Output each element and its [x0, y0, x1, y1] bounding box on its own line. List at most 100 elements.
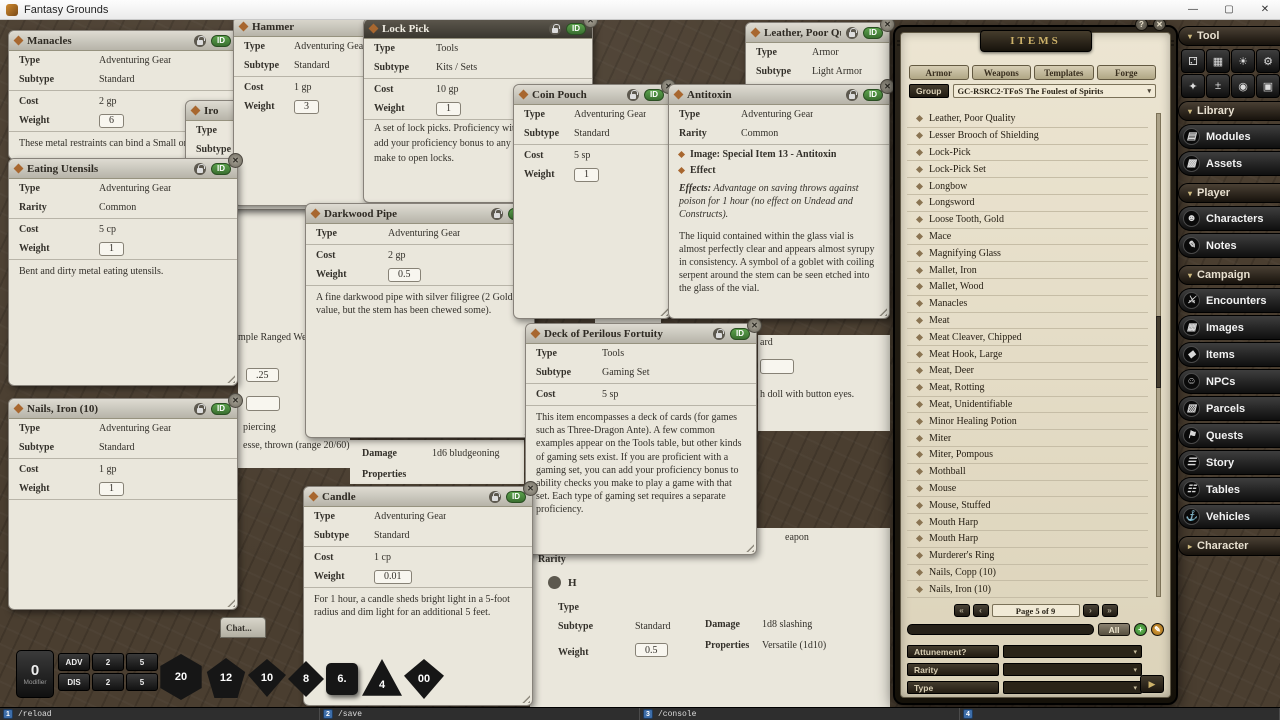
prev-page-button[interactable]: ‹: [973, 604, 989, 617]
resize-handle[interactable]: [224, 596, 235, 607]
sidebar-header-player[interactable]: ▾ Player: [1178, 183, 1280, 203]
resize-handle[interactable]: [876, 305, 887, 316]
d12-die[interactable]: 12: [206, 658, 246, 698]
window-header[interactable]: Nails, Iron (10) ID: [9, 399, 237, 419]
resize-handle[interactable]: [224, 372, 235, 383]
d20-die[interactable]: 20: [158, 654, 204, 700]
quick-mod-5-button[interactable]: 5: [126, 673, 158, 691]
weight-value[interactable]: 0.5: [635, 643, 668, 657]
item-list-row[interactable]: Leather, Poor Quality: [907, 111, 1148, 128]
lock-icon[interactable]: [549, 23, 561, 35]
item-list-row[interactable]: Meat Hook, Large: [907, 346, 1148, 363]
hotkey-slot[interactable]: 4: [960, 708, 1280, 720]
sidebar-button-parcels[interactable]: ▧ Parcels: [1178, 396, 1280, 421]
item-list-row[interactable]: Mouse, Stuffed: [907, 497, 1148, 514]
sidebar-button-quests[interactable]: ⚑ Quests: [1178, 423, 1280, 448]
lock-icon[interactable]: [846, 27, 858, 39]
item-list-row[interactable]: Mouse: [907, 481, 1148, 498]
close-button[interactable]: ✕: [523, 481, 538, 496]
resize-handle[interactable]: [519, 692, 530, 703]
sidebar-button-npcs[interactable]: ☺ NPCs: [1178, 369, 1280, 394]
sidebar-header-character[interactable]: ▸ Character: [1178, 536, 1280, 556]
empty-field[interactable]: [246, 396, 280, 411]
close-button[interactable]: ✕: [228, 393, 243, 408]
windows-icon[interactable]: ▣: [1256, 74, 1280, 98]
sidebar-button-assets[interactable]: ▩ Assets: [1178, 151, 1280, 176]
chat-window-tab[interactable]: Chat...: [220, 617, 266, 638]
all-filter-button[interactable]: All: [1098, 623, 1130, 636]
sidebar-button-modules[interactable]: ▤ Modules: [1178, 124, 1280, 149]
id-button[interactable]: ID: [211, 163, 231, 175]
window-header[interactable]: Candle ID: [304, 487, 532, 507]
tab-templates[interactable]: Templates: [1034, 65, 1094, 80]
name-filter-input[interactable]: [907, 624, 1094, 635]
close-button[interactable]: ✕: [228, 153, 243, 168]
window-header[interactable]: Antitoxin ID: [669, 85, 889, 105]
id-button[interactable]: ID: [863, 89, 883, 101]
modifier-box[interactable]: 0 Modifier: [16, 650, 54, 698]
sidebar-button-items[interactable]: ◆ Items: [1178, 342, 1280, 367]
item-window-antitoxin[interactable]: Antitoxin ID ✕ TypeAdventuring Gear Rari…: [668, 84, 890, 319]
sidebar-button-encounters[interactable]: ⚔ Encounters: [1178, 288, 1280, 313]
item-list-row[interactable]: Mallet, Iron: [907, 262, 1148, 279]
item-list-row[interactable]: Meat Cleaver, Chipped: [907, 329, 1148, 346]
window-close-button[interactable]: ✕: [1250, 0, 1280, 19]
item-list-row[interactable]: Meat, Rotting: [907, 380, 1148, 397]
tab-armor[interactable]: Armor: [909, 65, 969, 80]
weight-value[interactable]: .25: [246, 368, 279, 382]
lock-icon[interactable]: [489, 491, 501, 503]
filter-attunement-select[interactable]: ▾: [1003, 645, 1142, 658]
id-button[interactable]: ID: [644, 89, 664, 101]
scrollbar[interactable]: [1156, 113, 1161, 597]
first-page-button[interactable]: «: [954, 604, 970, 617]
panel-expand-button[interactable]: ▶: [1140, 675, 1164, 693]
maximize-button[interactable]: ▢: [1214, 0, 1244, 19]
sidebar-header-tool[interactable]: ▾ Tool: [1178, 26, 1280, 46]
last-page-button[interactable]: »: [1102, 604, 1118, 617]
item-list-row[interactable]: Mallet, Wood: [907, 279, 1148, 296]
item-window-darkwood-pipe[interactable]: Darkwood Pipe ID ✕ TypeAdventuring Gear …: [305, 203, 535, 438]
item-list-row[interactable]: Mouth Harp: [907, 531, 1148, 548]
item-list-row[interactable]: Meat: [907, 313, 1148, 330]
item-list-row[interactable]: Mothball: [907, 464, 1148, 481]
item-list-row[interactable]: Minor Healing Potion: [907, 413, 1148, 430]
id-button[interactable]: ID: [506, 491, 526, 503]
lock-icon[interactable]: [194, 403, 206, 415]
calendar-icon[interactable]: ▦: [1206, 49, 1230, 73]
item-list-row[interactable]: Meat, Unidentifiable: [907, 397, 1148, 414]
empty-field[interactable]: [760, 359, 794, 374]
window-header[interactable]: Manacles ID: [9, 31, 237, 51]
next-page-button[interactable]: ›: [1083, 604, 1099, 617]
effects-icon[interactable]: ✦: [1181, 74, 1205, 98]
sidebar-button-notes[interactable]: ✎ Notes: [1178, 233, 1280, 258]
dice-tower-icon[interactable]: ⚁: [1181, 49, 1205, 73]
item-list-row[interactable]: Magnifying Glass: [907, 245, 1148, 262]
item-list-row[interactable]: Mouth Harp: [907, 514, 1148, 531]
add-item-button[interactable]: +: [1134, 623, 1147, 636]
item-list-row[interactable]: Murderer's Ring: [907, 548, 1148, 565]
quick-mod-2-button[interactable]: 2: [92, 673, 124, 691]
sidebar-button-images[interactable]: ▦ Images: [1178, 315, 1280, 340]
quick-mod-5-button[interactable]: 5: [126, 653, 158, 671]
hotkey-slot[interactable]: 2 /save: [320, 708, 640, 720]
lock-icon[interactable]: [194, 35, 206, 47]
minimize-button[interactable]: —: [1178, 0, 1208, 19]
item-list-row[interactable]: Longbow: [907, 178, 1148, 195]
item-list-row[interactable]: Nails, Copp (10): [907, 565, 1148, 582]
filter-type-select[interactable]: ▾: [1003, 681, 1142, 694]
item-window-deck-of-perilous-fortuity[interactable]: Deck of Perilous Fortuity ID ✕ TypeTools…: [525, 323, 757, 555]
lock-icon[interactable]: [713, 328, 725, 340]
item-window-eating-utensils[interactable]: Eating Utensils ID ✕ TypeAdventuring Gea…: [8, 158, 238, 386]
modifiers-icon[interactable]: ±: [1206, 74, 1230, 98]
filter-rarity-select[interactable]: ▾: [1003, 663, 1142, 676]
sidebar-button-story[interactable]: ☰ Story: [1178, 450, 1280, 475]
d10-die[interactable]: 10: [248, 659, 286, 697]
item-list-row[interactable]: Miter, Pompous: [907, 447, 1148, 464]
item-list-row[interactable]: Lock-Pick Set: [907, 161, 1148, 178]
sidebar-button-tables[interactable]: ☷ Tables: [1178, 477, 1280, 502]
tokens-icon[interactable]: ◉: [1231, 74, 1255, 98]
resize-handle[interactable]: [657, 305, 668, 316]
disadvantage-button[interactable]: DIS: [58, 673, 90, 691]
linked-record-row[interactable]: Effect: [669, 162, 889, 178]
sidebar-header-campaign[interactable]: ▾ Campaign: [1178, 265, 1280, 285]
